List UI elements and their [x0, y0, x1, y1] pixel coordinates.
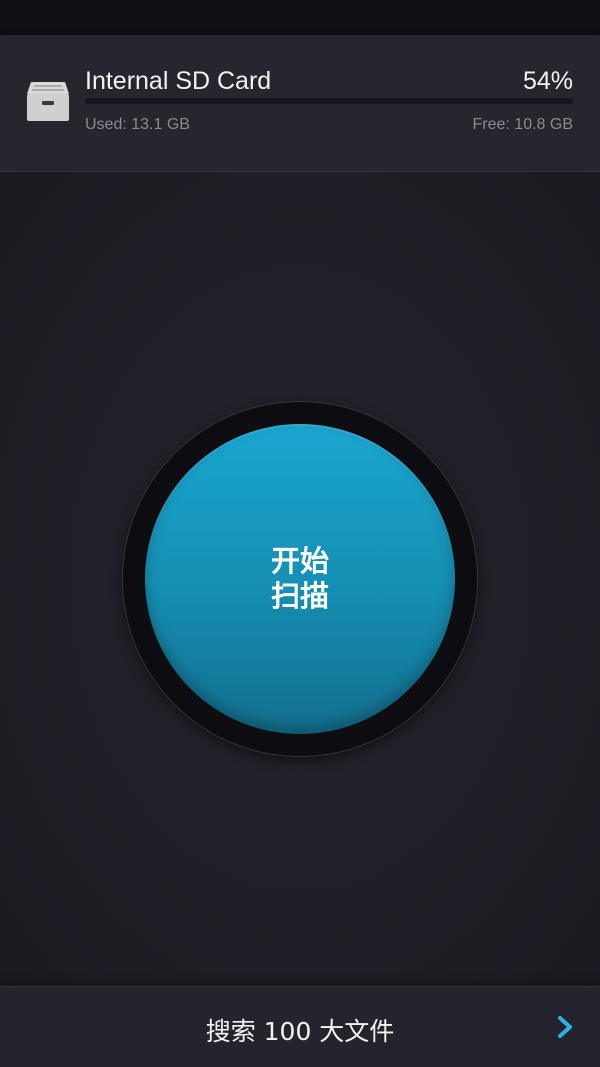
scan-label-line2: 扫描: [270, 579, 329, 613]
drive-icon: [27, 82, 69, 121]
search-large-files-label: 搜索 100 大文件: [205, 1017, 395, 1046]
chevron-right-icon[interactable]: [556, 1016, 574, 1038]
search-large-files-bar[interactable]: 搜索 100 大文件: [0, 986, 600, 1067]
used-space-label: Used: 13.1 GB: [85, 116, 190, 133]
status-bar: [0, 0, 600, 35]
app-screen: Internal SD Card 54% Used: 13.1 GB Free:…: [0, 0, 600, 1067]
storage-card[interactable]: Internal SD Card 54% Used: 13.1 GB Free:…: [0, 35, 600, 172]
storage-progress-fill: [85, 98, 349, 104]
start-scan-button[interactable]: 开始 扫描: [145, 424, 455, 734]
storage-title: Internal SD Card: [85, 67, 272, 95]
storage-progress-bar: [85, 98, 573, 104]
free-space-label: Free: 10.8 GB: [472, 116, 574, 133]
scan-label-line1: 开始: [270, 544, 329, 578]
storage-percent: 54%: [522, 67, 573, 95]
